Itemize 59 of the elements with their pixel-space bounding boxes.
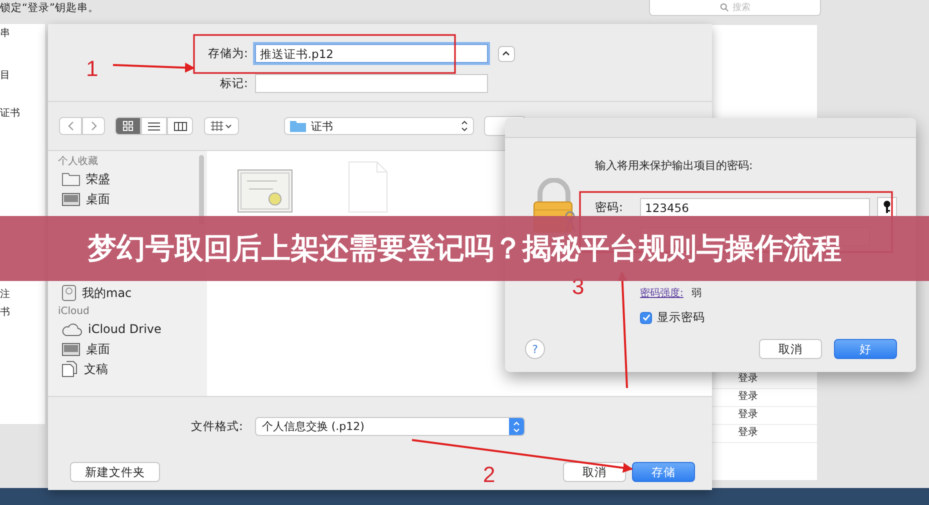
stepper-icon	[461, 120, 468, 132]
sidebar-item[interactable]: 荣盛	[58, 169, 207, 189]
sidebar-item[interactable]: 注	[0, 285, 45, 303]
new-folder-button[interactable]: 新建文件夹	[70, 462, 160, 482]
chevron-left-icon	[68, 121, 74, 131]
sidebar-item[interactable]: 证书	[0, 104, 45, 122]
list-icon	[148, 122, 160, 130]
sidebar-item[interactable]: 文稿	[58, 359, 207, 379]
field-label: 文件格式:	[191, 419, 243, 434]
view-mode-tab[interactable]	[167, 117, 193, 135]
sidebar-item[interactable]: 串	[0, 24, 45, 42]
format-popup[interactable]: 个人信息交换 (.p12)	[254, 417, 525, 436]
search-icon	[720, 3, 728, 12]
view-mode-tab[interactable]	[141, 117, 167, 135]
view-mode-tab[interactable]	[115, 117, 141, 135]
cloud-icon	[62, 322, 82, 336]
desktop-icon	[62, 192, 80, 206]
sidebar-item[interactable]: 我的mac	[58, 283, 207, 303]
cancel-button[interactable]: 取消	[563, 462, 626, 482]
chevron-right-icon	[90, 121, 96, 131]
arrange-button[interactable]	[204, 117, 239, 135]
window-text: 锁定“登录”钥匙串。	[0, 1, 99, 15]
step-number: 3	[572, 276, 584, 298]
arrange-icon	[210, 121, 232, 131]
key-icon	[883, 200, 891, 214]
password-field[interactable]: 123456	[640, 198, 870, 216]
back-button[interactable]	[59, 117, 82, 135]
strength-value: 弱	[691, 287, 702, 300]
field-label: 存储为:	[208, 46, 248, 61]
help-button[interactable]: ?	[525, 339, 545, 359]
stepper-icon	[508, 418, 524, 435]
caret-icon	[502, 51, 510, 56]
headline: 梦幻号取回后上架还需要登记吗？揭秘平台规则与操作流程	[88, 230, 842, 266]
location-popup[interactable]: 证书	[284, 117, 474, 135]
field-label: 标记:	[220, 76, 248, 91]
tags-field[interactable]	[254, 74, 488, 93]
sidebar-heading: iCloud	[58, 304, 90, 318]
sidebar-item[interactable]: 桌面	[58, 339, 207, 359]
field-label: 密码:	[595, 200, 624, 214]
collapse-button[interactable]	[498, 46, 515, 62]
cancel-button[interactable]: 取消	[759, 339, 822, 359]
strength-link[interactable]: 密码强度:	[640, 286, 684, 300]
document-icon	[62, 361, 78, 377]
dialog-message: 输入将用来保护输出项目的密码:	[595, 158, 754, 173]
sidebar-item[interactable]: 桌面	[58, 189, 207, 209]
desktop-icon	[62, 342, 80, 356]
grid-icon	[123, 121, 133, 131]
folder-icon	[290, 120, 306, 132]
folder-icon	[62, 172, 80, 186]
step-number: 2	[483, 464, 496, 486]
show-password-checkbox[interactable]: 显示密码	[640, 310, 897, 325]
sidebar-item[interactable]: iCloud Drive	[58, 319, 207, 339]
sidebar-item[interactable]: 书	[0, 303, 45, 321]
forward-button[interactable]	[82, 117, 105, 135]
filename-field[interactable]: 推送证书.p12	[254, 44, 488, 63]
columns-icon	[174, 122, 186, 130]
step-number: 1	[86, 58, 98, 80]
sidebar-heading: 个人收藏	[58, 154, 99, 169]
sidebar-item[interactable]: 目	[0, 66, 45, 84]
